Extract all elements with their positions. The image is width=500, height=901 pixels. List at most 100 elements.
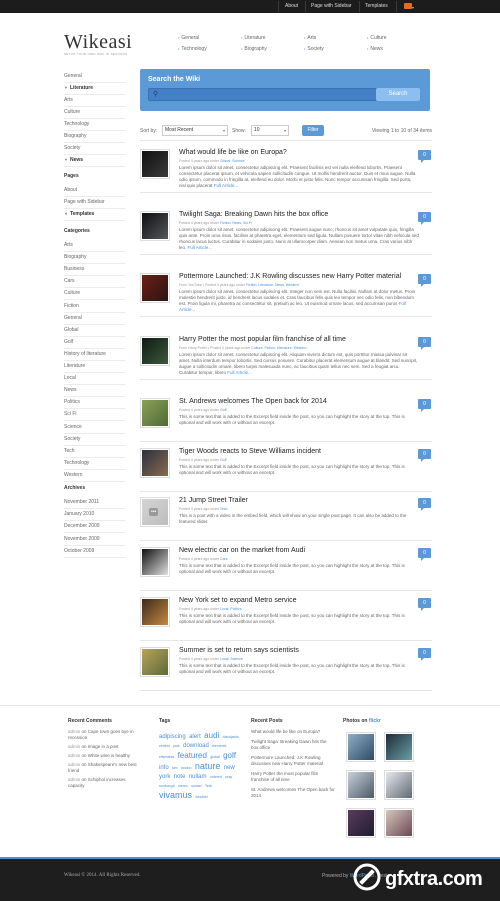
- post-categories[interactable]: Cars: [220, 557, 227, 561]
- flickr-photo[interactable]: [346, 732, 376, 762]
- comment-count-badge[interactable]: 0: [418, 498, 431, 511]
- sidebar-category-item[interactable]: Science: [64, 422, 126, 434]
- sidebar-item-biography[interactable]: Biography: [64, 131, 126, 143]
- sidebar-category-item[interactable]: Technology: [64, 458, 126, 470]
- post-title[interactable]: Summer is set to return says scientists: [179, 647, 419, 654]
- sidebar-item-literature[interactable]: ▼ Literature: [64, 83, 126, 95]
- tag-link[interactable]: sunset: [191, 784, 201, 788]
- recent-post-link[interactable]: Twilight Saga: Breaking Dawn hits the bo…: [251, 739, 335, 751]
- sidebar-category-item[interactable]: Cars: [64, 276, 126, 289]
- chevron-down-icon[interactable]: ▾: [412, 5, 414, 10]
- post-thumbnail[interactable]: [140, 597, 170, 627]
- sidebar-archive-item[interactable]: November 2009: [64, 534, 126, 546]
- sidebar-category-item[interactable]: Biography: [64, 252, 126, 265]
- post-categories[interactable]: Global, Science: [220, 159, 245, 163]
- post-thumbnail[interactable]: [140, 448, 170, 478]
- sidebar-category-item[interactable]: Local: [64, 373, 126, 386]
- post-thumbnail[interactable]: [140, 547, 170, 577]
- recent-post-link[interactable]: What would life be like on Europa?: [251, 729, 335, 735]
- tag-link[interactable]: global: [210, 755, 219, 759]
- sidebar-category-item[interactable]: News: [64, 385, 126, 398]
- sidebar-category-item[interactable]: Sci Fi: [64, 409, 126, 422]
- show-select[interactable]: 10 ▾: [251, 125, 289, 136]
- sidebar-category-item[interactable]: History of literature: [64, 349, 126, 361]
- post-categories[interactable]: Golf: [220, 458, 226, 462]
- post-thumbnail[interactable]: [140, 211, 170, 241]
- post-title[interactable]: St. Andrews welcomes The Open back for 2…: [179, 398, 419, 405]
- read-more-link[interactable]: Full Article...: [227, 370, 252, 375]
- sidebar-category-item[interactable]: Literature: [64, 361, 126, 373]
- comment-count-badge[interactable]: 0: [418, 399, 431, 412]
- recent-comment-item[interactable]: admin on Schiphol increases capacity: [68, 777, 143, 789]
- tag-link[interactable]: elephants: [159, 755, 174, 759]
- post-title[interactable]: New electric car on the market from Audi: [179, 547, 419, 554]
- header-nav-biography[interactable]: • Biography: [241, 46, 267, 52]
- read-more-link[interactable]: Full Article...: [188, 245, 213, 250]
- header-nav-society[interactable]: • Society: [304, 46, 324, 52]
- post-categories[interactable]: Golf: [220, 408, 226, 412]
- post-title[interactable]: Tiger Woods reacts to Steve Williams inc…: [179, 448, 419, 455]
- post-categories[interactable]: Local, Science: [220, 657, 243, 661]
- flickr-photo[interactable]: [346, 770, 376, 800]
- tag-link[interactable]: stereo: [178, 784, 188, 788]
- tag-link[interactable]: kim: [172, 766, 177, 770]
- tag-link[interactable]: blackjacks: [223, 735, 239, 739]
- post-thumbnail[interactable]: [140, 273, 170, 303]
- post-thumbnail[interactable]: [140, 149, 170, 179]
- post-title[interactable]: New York set to expand Metro service: [179, 597, 419, 604]
- header-nav-general[interactable]: • General: [178, 35, 199, 41]
- sidebar-item-arts[interactable]: Arts: [64, 95, 126, 107]
- recent-post-link[interactable]: Pottermore Launched: J.K Rowling discuss…: [251, 755, 335, 767]
- sidebar-category-item[interactable]: General: [64, 313, 126, 325]
- recent-comment-item[interactable]: admin on White wine is healthy: [68, 753, 143, 759]
- tag-link[interactable]: ordered: [210, 775, 222, 779]
- tag-link[interactable]: golf: [223, 751, 236, 760]
- header-nav-technology[interactable]: • Technology: [178, 46, 207, 52]
- comment-count-badge[interactable]: 0: [418, 449, 431, 462]
- sidebar-category-item[interactable]: Arts: [64, 240, 126, 252]
- sidebar-archive-item[interactable]: December 2009: [64, 521, 126, 534]
- flickr-photo[interactable]: [384, 770, 414, 800]
- top-link-templates[interactable]: Templates: [365, 3, 388, 9]
- sidebar-archive-item[interactable]: January 2010: [64, 509, 126, 522]
- sidebar-archive-item[interactable]: October 2009: [64, 546, 126, 558]
- post-categories[interactable]: Fiction, Literature, News, Western: [246, 283, 299, 287]
- recent-comment-item[interactable]: admin on Shakespeare's new best friend: [68, 762, 143, 774]
- sidebar-item-general[interactable]: General: [64, 71, 126, 83]
- post-title[interactable]: 21 Jump Street Trailer: [179, 497, 419, 504]
- comment-count-badge[interactable]: 0: [418, 598, 431, 611]
- tag-link[interactable]: nature: [195, 761, 221, 771]
- tag-link[interactable]: new: [224, 765, 235, 771]
- post-thumbnail[interactable]: [140, 336, 170, 366]
- tag-link[interactable]: note: [174, 774, 186, 780]
- header-nav-literature[interactable]: • Literature: [241, 35, 266, 41]
- tag-link[interactable]: info: [159, 765, 169, 771]
- header-nav-culture[interactable]: • Culture: [367, 35, 387, 41]
- tag-link[interactable]: Tech: [205, 784, 212, 788]
- tag-link[interactable]: weather: [195, 795, 207, 799]
- sidebar-item-news[interactable]: ▼ News: [64, 155, 126, 167]
- post-categories[interactable]: Local, Politics: [220, 607, 241, 611]
- sidebar-category-item[interactable]: Western: [64, 470, 126, 482]
- tag-link[interactable]: pray: [225, 775, 232, 779]
- rss-icon[interactable]: [404, 3, 412, 9]
- search-input[interactable]: ⚲: [148, 88, 378, 101]
- sort-select[interactable]: Most Recent ▾: [162, 125, 228, 136]
- sidebar-category-item[interactable]: Politics: [64, 397, 126, 410]
- post-title[interactable]: Twilight Saga: Breaking Dawn hits the bo…: [179, 211, 419, 218]
- sidebar-page-with-sidebar[interactable]: Page with Sidebar: [64, 197, 126, 209]
- post-title[interactable]: Harry Potter the most popular film franc…: [179, 336, 419, 343]
- sidebar-item-technology[interactable]: Technology: [64, 119, 126, 131]
- top-link-about[interactable]: About: [285, 3, 298, 9]
- tag-link[interactable]: york: [159, 774, 170, 780]
- tag-link[interactable]: audi: [204, 731, 219, 740]
- post-thumbnail[interactable]: [140, 647, 170, 677]
- comment-count-badge[interactable]: 0: [418, 212, 431, 225]
- tag-link[interactable]: rumbaugh: [159, 784, 175, 788]
- header-nav-arts[interactable]: • Arts: [304, 35, 316, 41]
- post-categories[interactable]: Culture, Fiction, Literature, Western: [251, 346, 306, 350]
- sidebar-archive-item[interactable]: November 2011: [64, 497, 126, 509]
- sidebar-page-templates[interactable]: ▼ Templates: [64, 209, 126, 221]
- recent-comment-item[interactable]: admin on Cape town goes bye in recession: [68, 729, 143, 741]
- tag-link[interactable]: adipiscing: [159, 734, 186, 740]
